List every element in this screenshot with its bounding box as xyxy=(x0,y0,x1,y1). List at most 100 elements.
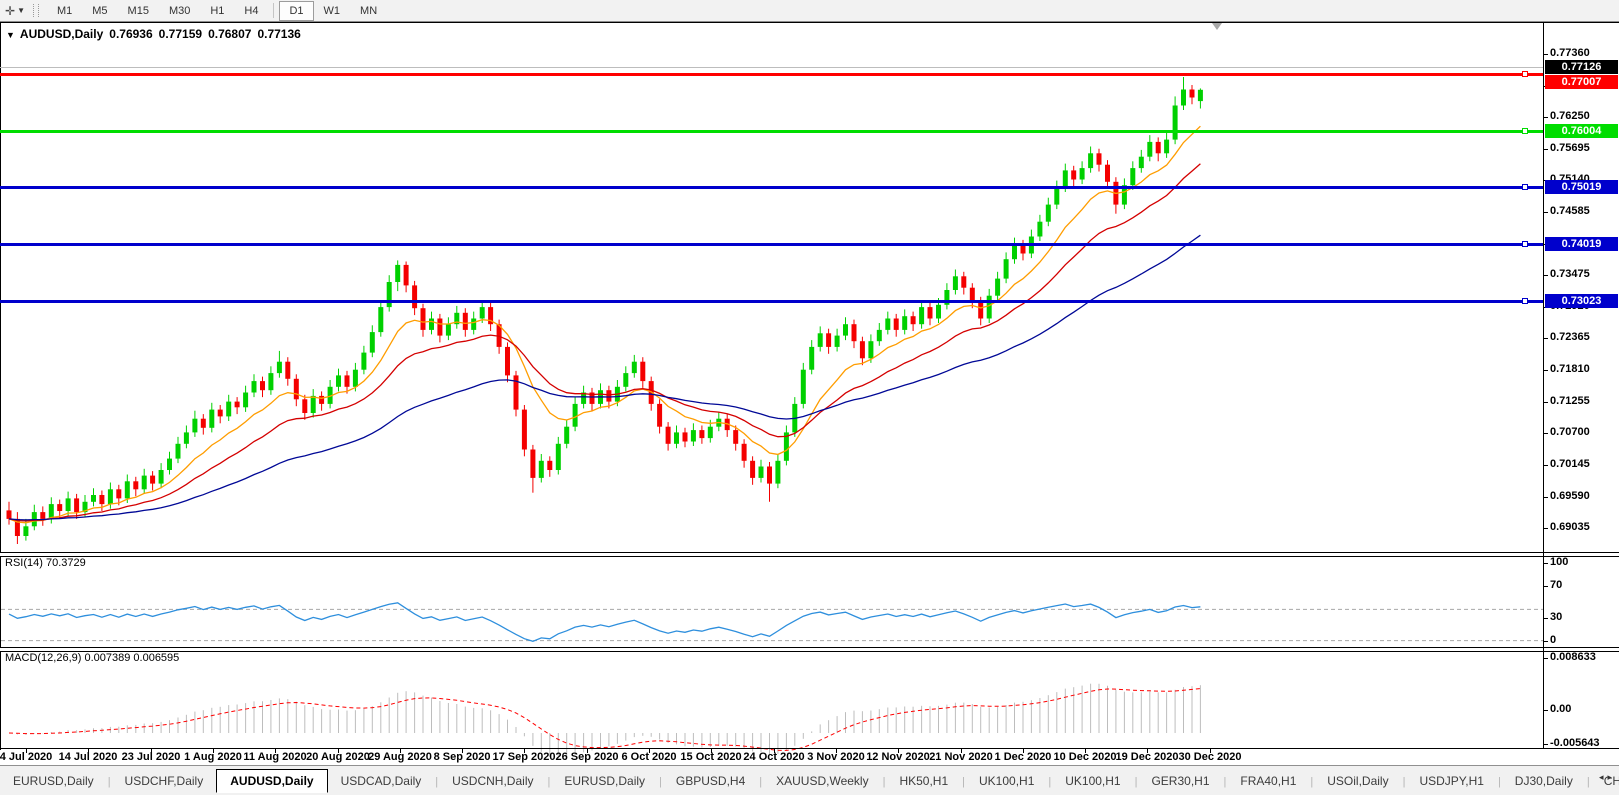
price-tick-label: 0.70145 xyxy=(1550,458,1618,470)
price-tick-label: 0.71810 xyxy=(1550,363,1618,375)
chart-shift-marker[interactable] xyxy=(1212,23,1222,30)
horizontal-line-0.76004[interactable] xyxy=(0,130,1543,133)
price-tick-mark xyxy=(1543,54,1548,55)
line-price-badge: 0.76004 xyxy=(1545,124,1618,138)
timeframe-button-mn[interactable]: MN xyxy=(350,1,387,21)
timeframe-toolbar: ✛ ▼ M1M5M15M30H1H4 D1W1MN xyxy=(0,0,1619,22)
horizontal-line-0.73023[interactable] xyxy=(0,300,1543,303)
chart-tab-eurusd-daily[interactable]: EURUSD,Daily xyxy=(0,770,107,792)
price-tick-mark xyxy=(1543,433,1548,434)
chart-tab-eurusd-daily[interactable]: EURUSD,Daily xyxy=(551,770,658,792)
chart-tab-usdchf-daily[interactable]: USDCHF,Daily xyxy=(112,770,217,792)
current-price-badge: 0.77126 xyxy=(1545,60,1618,74)
price-tick-mark xyxy=(1543,528,1548,529)
macd-tick-label: 0.00 xyxy=(1550,703,1618,715)
price-tick-label: 0.69590 xyxy=(1550,490,1618,502)
price-tick-label: 0.73475 xyxy=(1550,268,1618,280)
chart-title: ▼AUDUSD,Daily0.769360.771590.768070.7713… xyxy=(6,27,307,41)
chart-tab-xauusd-weekly[interactable]: XAUUSD,Weekly xyxy=(763,770,881,792)
rsi-canvas[interactable] xyxy=(1,579,1544,671)
timeframe-button-w1[interactable]: W1 xyxy=(314,1,351,21)
low-value: 0.76807 xyxy=(208,27,251,41)
horizontal-line-0.77007[interactable] xyxy=(0,73,1543,76)
line-price-badge: 0.75019 xyxy=(1545,180,1618,194)
line-handle[interactable] xyxy=(1522,298,1528,304)
price-tick-mark xyxy=(1543,497,1548,498)
line-price-badge: 0.73023 xyxy=(1545,294,1618,308)
macd-label: MACD(12,26,9) 0.007389 0.006595 xyxy=(5,652,179,664)
timeframe-button-d1[interactable]: D1 xyxy=(279,1,313,21)
rsi-tick-label: 100 xyxy=(1550,556,1618,568)
line-handle[interactable] xyxy=(1522,71,1528,77)
chart-tab-audusd-daily[interactable]: AUDUSD,Daily xyxy=(216,769,327,793)
chart-tab-fra40-h1[interactable]: FRA40,H1 xyxy=(1227,770,1309,792)
timeframe-button-m5[interactable]: M5 xyxy=(82,1,117,21)
timeframe-button-m1[interactable]: M1 xyxy=(47,1,82,21)
date-tick-label: 30 Dec 2020 xyxy=(1165,751,1255,763)
price-tick-label: 0.75695 xyxy=(1550,142,1618,154)
chevron-down-icon[interactable]: ▼ xyxy=(17,6,25,15)
price-tick-label: 0.77360 xyxy=(1550,47,1618,59)
price-tick-mark xyxy=(1543,338,1548,339)
mt4-window: ✛ ▼ M1M5M15M30H1H4 D1W1MN ▼ AUDUSD,Daily 0.… xyxy=(0,0,1619,795)
line-handle[interactable] xyxy=(1522,128,1528,134)
line-handle[interactable] xyxy=(1522,184,1528,190)
price-tick-label: 0.72365 xyxy=(1550,331,1618,343)
price-tick-mark xyxy=(1543,275,1548,276)
price-tick-mark xyxy=(1543,370,1548,371)
rsi-label: RSI(14) 70.3729 xyxy=(5,557,86,569)
macd-tick-label: -0.005643 xyxy=(1550,737,1618,749)
timeframe-button-h1[interactable]: H1 xyxy=(200,1,234,21)
rsi-tick-mark xyxy=(1543,586,1548,587)
chart-tab-uk100-h1[interactable]: UK100,H1 xyxy=(1052,770,1133,792)
rsi-tick-mark xyxy=(1543,563,1548,564)
open-value: 0.76936 xyxy=(109,27,152,41)
price-tick-label: 0.70700 xyxy=(1550,426,1618,438)
panel-splitter[interactable] xyxy=(0,647,1619,652)
close-value: 0.77136 xyxy=(257,27,300,41)
toolbar-separator xyxy=(273,3,274,18)
price-tick-label: 0.76250 xyxy=(1550,110,1618,122)
timeframe-buttons: M1M5M15M30H1H4 D1W1MN xyxy=(47,1,387,21)
rsi-tick-mark xyxy=(1543,641,1548,642)
panel-splitter[interactable] xyxy=(0,552,1619,557)
chart-tab-usdcnh-daily[interactable]: USDCNH,Daily xyxy=(439,770,546,792)
macd-tick-mark xyxy=(1543,658,1548,659)
price-tick-label: 0.71255 xyxy=(1550,395,1618,407)
current-price-line xyxy=(0,67,1543,68)
chart-tab-usoil-daily[interactable]: USOil,Daily xyxy=(1314,770,1401,792)
line-price-badge: 0.77007 xyxy=(1545,75,1618,89)
symbol-label: AUDUSD,Daily xyxy=(20,27,103,41)
macd-tick-mark xyxy=(1543,710,1548,711)
chart-tab-hk50-h1[interactable]: HK50,H1 xyxy=(886,770,961,792)
chart-tab-ger30-h1[interactable]: GER30,H1 xyxy=(1138,770,1222,792)
chart-tab-gbpusd-h4[interactable]: GBPUSD,H4 xyxy=(663,770,758,792)
tab-scroll-arrows[interactable]: ◂▸ xyxy=(1599,772,1616,783)
horizontal-line-0.75019[interactable] xyxy=(0,186,1543,189)
rsi-tick-mark xyxy=(1543,618,1548,619)
macd-tick-label: 0.008633 xyxy=(1550,651,1618,663)
chart-tab-bar: ◂▸ EURUSD,Daily|USDCHF,DailyAUDUSD,Daily… xyxy=(0,765,1619,795)
toolbar-grip xyxy=(33,4,39,17)
price-tick-mark xyxy=(1543,149,1548,150)
line-handle[interactable] xyxy=(1522,241,1528,247)
price-tick-label: 0.69035 xyxy=(1550,521,1618,533)
timeframe-button-m15[interactable]: M15 xyxy=(118,1,159,21)
timeframe-button-h4[interactable]: H4 xyxy=(234,1,268,21)
horizontal-line-0.74019[interactable] xyxy=(0,243,1543,246)
price-tick-mark xyxy=(1543,117,1548,118)
price-chart-canvas[interactable] xyxy=(1,46,1544,576)
rsi-tick-label: 30 xyxy=(1550,611,1618,623)
crosshair-icon[interactable]: ✛ xyxy=(5,4,15,18)
price-tick-mark xyxy=(1543,465,1548,466)
rsi-tick-label: 0 xyxy=(1550,634,1618,646)
price-tick-label: 0.74585 xyxy=(1550,205,1618,217)
price-tick-mark xyxy=(1543,212,1548,213)
ohlc-toggle-icon[interactable]: ▼ xyxy=(6,30,15,40)
chart-tab-usdcad-daily[interactable]: USDCAD,Daily xyxy=(328,770,435,792)
chart-tab-dj30-daily[interactable]: DJ30,Daily xyxy=(1502,770,1586,792)
scroll-right-icon: ▸ xyxy=(1607,772,1616,782)
timeframe-button-m30[interactable]: M30 xyxy=(159,1,200,21)
chart-tab-uk100-h1[interactable]: UK100,H1 xyxy=(966,770,1047,792)
chart-tab-usdjpy-h1[interactable]: USDJPY,H1 xyxy=(1406,770,1496,792)
